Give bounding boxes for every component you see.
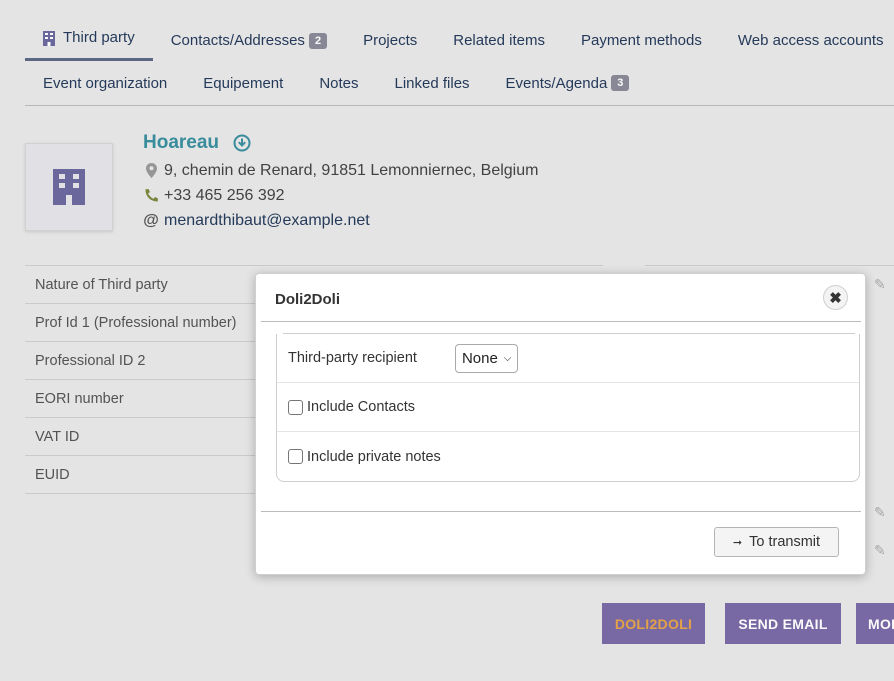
- chevron-down-icon: ⌵: [503, 352, 512, 364]
- include-contacts-checkbox[interactable]: [288, 399, 303, 415]
- doli2doli-dialog: Doli2Doli ✖ Third-party recipient None ⌵…: [255, 273, 866, 575]
- dialog-form: Third-party recipient None ⌵ Include Con…: [276, 334, 860, 482]
- include-private-notes-label[interactable]: Include private notes: [307, 449, 441, 465]
- include-contacts-row: Include Contacts: [277, 383, 859, 432]
- recipient-value: None: [461, 349, 498, 367]
- close-icon[interactable]: ✖: [823, 285, 848, 310]
- dialog-header-divider: [261, 321, 861, 322]
- recipient-label: Third-party recipient: [288, 350, 417, 366]
- include-contacts-label[interactable]: Include Contacts: [307, 399, 415, 415]
- include-private-notes-checkbox[interactable]: [288, 449, 303, 464]
- transmit-button[interactable]: ➞ To transmit: [714, 527, 839, 557]
- dialog-footer-divider: [261, 511, 861, 512]
- arrow-right-icon: ➞: [732, 536, 743, 549]
- recipient-select[interactable]: None ⌵: [454, 343, 519, 373]
- transmit-label: To transmit: [749, 534, 821, 550]
- include-private-notes-row: Include private notes: [277, 432, 859, 481]
- recipient-row: Third-party recipient None ⌵: [277, 334, 859, 383]
- dialog-title: Doli2Doli: [275, 291, 341, 308]
